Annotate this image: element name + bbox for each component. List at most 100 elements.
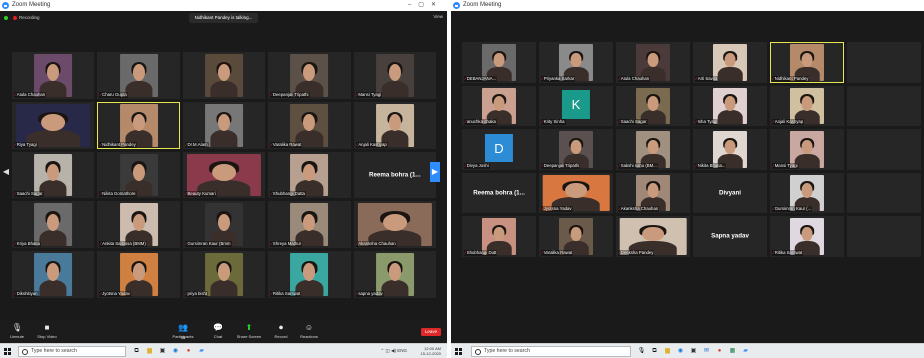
muted-mic-icon: ⁄ [696,162,697,168]
chrome-icon[interactable]: ● [715,346,724,356]
participant-tile[interactable]: Divyani [693,172,767,213]
participant-tile[interactable]: ⁄Anjali Kashyap [353,101,436,149]
participant-tile[interactable]: Sapna yadav [693,216,767,257]
task-view-icon[interactable]: ⧉ [650,346,659,356]
participant-name-text: Deeksha Pandey [620,249,654,255]
participant-tile[interactable]: Reema bohra (1... [353,151,436,199]
window-controls[interactable]: –▢✕ [408,0,443,11]
participant-tile[interactable]: ⁄Charu Gupta [97,52,180,99]
prev-page-arrow-icon[interactable]: ◀ [1,162,11,182]
participant-tile[interactable]: Reema bohra (1... [462,172,536,213]
participant-tile[interactable] [847,216,921,257]
clock[interactable]: 12:00 AM 15-12-2020 [421,346,441,356]
mail-icon[interactable]: ✉ [702,346,711,356]
participant-tile[interactable]: ⁄sapna yadav [353,251,436,298]
windows-start-icon[interactable] [4,348,11,355]
record-button[interactable]: ⏺ Record [268,323,294,339]
file-explorer-icon[interactable]: ▆ [145,346,154,356]
view-button[interactable]: View [433,14,443,19]
participant-tile[interactable]: ⁄Varalika Rawat [539,216,613,257]
unmute-button[interactable]: 🎙 Unmute [4,323,30,339]
participant-tile[interactable]: ⁄Nidhikant Pandey [770,42,844,83]
participant-tile[interactable]: ⁄Dikshitiyan [12,251,95,298]
language-indicator[interactable]: ENG [397,348,407,353]
share-screen-icon: ⬆ [245,323,253,332]
reactions-button[interactable]: ☺ Reactions [296,323,322,339]
participant-tile[interactable]: ⁄DEBANJANA... [462,42,536,83]
task-view-icon[interactable]: ⧉ [132,346,141,356]
participant-tile[interactable]: ⁄Atula Chauhan [616,42,690,83]
participant-tile[interactable]: D ⁄Divya Joshi [462,129,536,170]
participant-tile[interactable]: ⁄Deeksha Pandey [616,216,690,257]
participant-tile[interactable] [847,42,921,83]
muted-mic-icon: ⁄ [100,91,102,97]
zoom-app-icon[interactable]: ▰ [197,346,206,356]
edge-icon[interactable]: ◉ [171,346,180,356]
participant-tile[interactable]: ⁄Shubhangi Datta [268,151,351,199]
participant-tile[interactable]: ⁄Nikita Gomathore [97,151,180,199]
participant-tile[interactable]: ⁄Saachi Sagar [12,151,95,199]
participant-tile[interactable]: ⁄Nikita Bhatia... [693,129,767,170]
participant-tile[interactable]: ⁄Ritika Sarswat [268,251,351,298]
mic-icon[interactable]: 🎙 [637,346,646,356]
participant-tile[interactable]: ⁄Atula Chauhan [12,52,95,99]
participant-tile[interactable]: ⁄Shubhangi Dutt [462,216,536,257]
participant-tile[interactable]: ⁄Deepanjali Tripathi [268,52,351,99]
participant-tile[interactable]: ⁄Deepanjali Tripathi [539,129,613,170]
participant-tile[interactable]: ⁄Sakshi sahu (BM... [616,129,690,170]
shield-icon[interactable] [4,16,8,20]
taskbar-search-input[interactable]: Type here to search [471,346,631,357]
participant-tile[interactable]: ⁄Dr.M.Alam [182,101,266,149]
file-explorer-icon[interactable]: ▆ [663,346,672,356]
participant-tile[interactable]: ⁄Priyanka Sarkar [539,42,613,83]
store-icon[interactable]: ▣ [689,346,698,356]
taskbar-search-input[interactable]: Type here to search [18,346,126,357]
muted-mic-icon: ⁄ [465,249,466,255]
next-page-arrow-icon[interactable]: ▶ [430,162,440,182]
participant-tile[interactable]: ⁄Akanksha Chauhan [353,201,436,249]
muted-mic-icon: ⁄ [542,75,543,81]
chat-button[interactable]: 💬 Chat [205,323,231,339]
excel-icon[interactable]: ▦ [728,346,737,356]
participant-tile[interactable]: ⁄Beauty Kumari [182,151,266,199]
participant-tile[interactable]: ⁄Jyotsna Yadav [97,251,180,298]
participant-tile[interactable]: ⁄Shreya Mathur [268,201,351,249]
participant-name-text: Ritika Sarswat [774,249,803,255]
participant-tile[interactable]: ⁄Gursimran Kaur (... [770,172,844,213]
window-title: Zoom Meeting [12,2,51,8]
stop-video-button[interactable]: ■ Stop Video [34,323,60,339]
participant-tile[interactable]: ⁄anuchka dhaka [462,85,536,126]
participant-tile[interactable]: ⁄Mansi Tyagi [353,52,436,99]
participant-tile[interactable]: ⁄Gursimran Kaur (Bmm [182,201,266,249]
participant-tile[interactable]: ⁄Kriya Bhatia [12,201,95,249]
system-tray-icons[interactable]: ⌃ ◫ ◀) ENG [381,348,408,354]
participant-tile[interactable]: ⁄Isha Tyagi [693,85,767,126]
participant-name-text: sapna yadav [358,290,383,296]
participant-tile[interactable]: ⁄Riya Tyagi [12,101,95,149]
participant-tile[interactable]: ⁄Saachi Sagar [616,85,690,126]
participant-tile[interactable]: ⁄Ankita Sarkissa (BMM) [97,201,180,249]
participant-tile[interactable]: ⁄priya bisht [182,251,266,298]
chrome-icon[interactable]: ● [184,346,193,356]
store-icon[interactable]: ▣ [158,346,167,356]
zoom-app-icon[interactable]: ▰ [741,346,750,356]
participant-tile[interactable]: ⁄Mansi Tyagi [770,129,844,170]
participant-tile[interactable] [182,52,266,99]
participant-tile[interactable] [847,129,921,170]
participant-tile[interactable]: ⁄Varalika Rawat [268,101,351,149]
participant-tile[interactable] [847,85,921,126]
participant-tile[interactable]: ⁄Ritika Sarswat [770,216,844,257]
participant-tile[interactable]: ⁄Anjali Kashyap [770,85,844,126]
participants-button[interactable]: 👥35 Participants [170,323,196,340]
participant-tile[interactable]: ⁄Akanksha Chauhan [616,172,690,213]
participant-tile[interactable]: ⁄Arti Savita [693,42,767,83]
muted-mic-icon: ⁄ [542,162,543,168]
share-screen-button[interactable]: ⬆ Share Screen [236,323,262,339]
participant-tile[interactable]: K ⁄Krity Sinha [539,85,613,126]
leave-button[interactable]: Leave [421,328,441,336]
participant-tile[interactable] [847,172,921,213]
windows-start-icon[interactable] [455,348,462,355]
participant-tile[interactable]: ⁄Nidhikant Pandey [97,101,180,149]
participant-tile[interactable]: ⁄Jyotsna Yadav [539,172,613,213]
edge-icon[interactable]: ◉ [676,346,685,356]
